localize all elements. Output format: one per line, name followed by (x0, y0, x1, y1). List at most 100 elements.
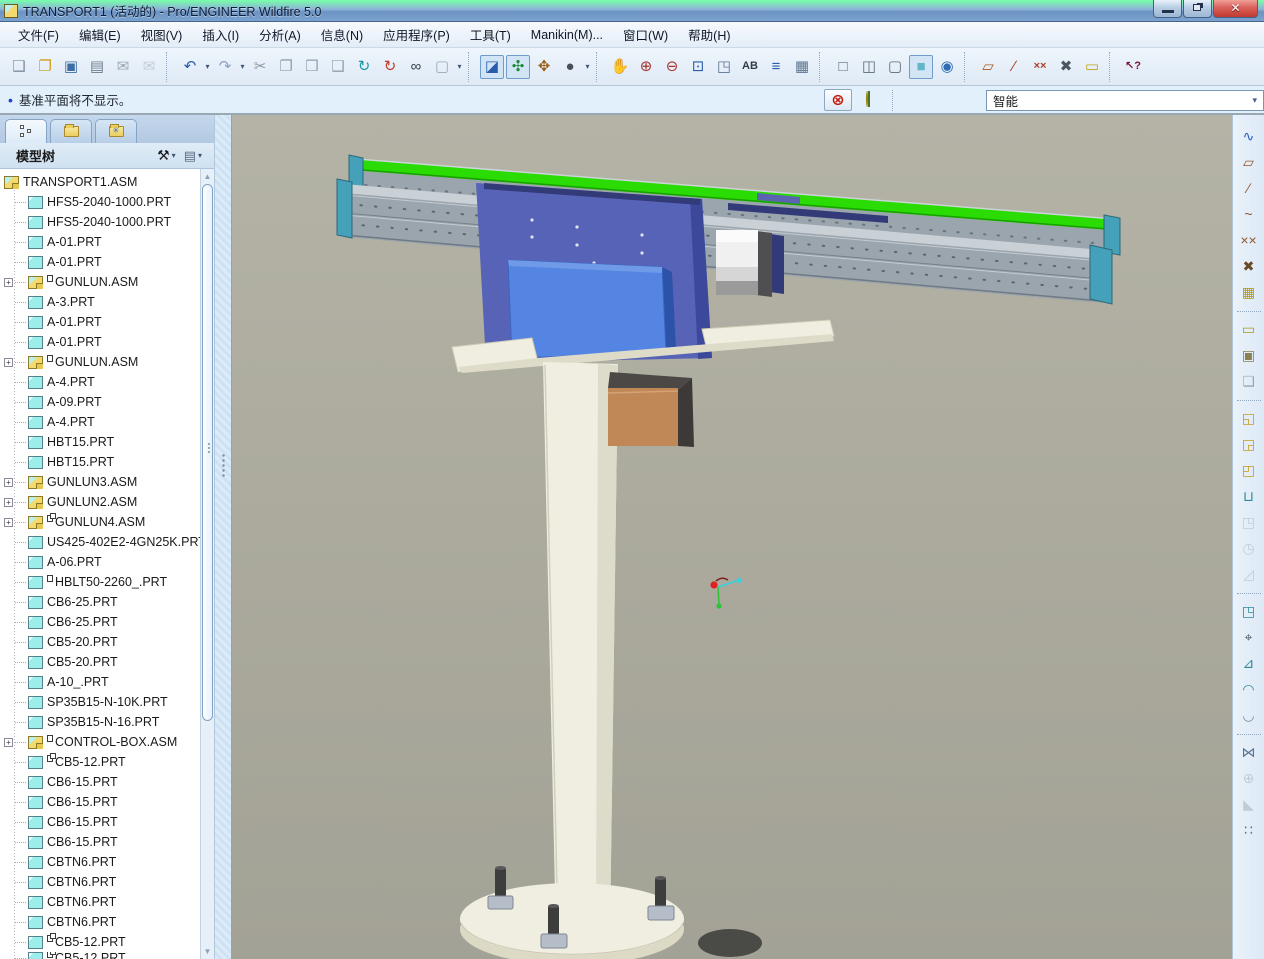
send-mail-icon[interactable]: ✉ (137, 55, 161, 79)
tree-row[interactable]: HFS5-2040-1000.PRT (0, 192, 200, 212)
selection-filter-combo[interactable]: 智能 ▾ (986, 90, 1264, 111)
saved-views-icon[interactable]: AB (738, 55, 762, 79)
expand-button[interactable]: + (4, 518, 13, 527)
print-setup-icon[interactable]: ✉ (111, 55, 135, 79)
save-file-icon[interactable]: ▣ (59, 55, 83, 79)
tree-tools-icon[interactable]: ⚒ (157, 147, 170, 164)
panel-splitter[interactable] (214, 115, 232, 959)
3d-viewport[interactable] (232, 115, 1232, 959)
shaded-icon[interactable]: ■ (909, 55, 933, 79)
tree-row[interactable]: A-01.PRT (0, 252, 200, 272)
extrude-box-icon[interactable]: ◳ (1237, 599, 1261, 623)
tree-row[interactable]: +GUNLUN2.ASM (0, 492, 200, 512)
csys-marker[interactable] (710, 578, 741, 609)
tree-row[interactable]: +GUNLUN.ASM (0, 272, 200, 292)
tree-row[interactable]: CB5-12.PRT (0, 952, 200, 959)
surface-icon[interactable]: ◠ (1237, 677, 1261, 701)
redo-icon[interactable]: ↷ (213, 55, 237, 79)
tree-row[interactable]: A-10_.PRT (0, 672, 200, 692)
tree-row[interactable]: SP35B15-N-16.PRT (0, 712, 200, 732)
expand-button[interactable]: + (4, 358, 13, 367)
expand-button[interactable]: + (4, 498, 13, 507)
tree-row[interactable]: A-3.PRT (0, 292, 200, 312)
enhanced-realism-icon[interactable]: ◉ (935, 55, 959, 79)
bulb-icon[interactable] (866, 92, 877, 108)
feature-note-icon[interactable]: ▣ (1237, 343, 1261, 367)
pedestal-column[interactable] (543, 362, 618, 935)
menu-file[interactable]: 文件(F) (8, 22, 69, 47)
point-field-icon[interactable]: ▦ (1237, 280, 1261, 304)
close-button[interactable]: ✕ (1213, 0, 1258, 18)
tree-row[interactable]: +GUNLUN3.ASM (0, 472, 200, 492)
minimize-button[interactable] (1153, 0, 1182, 18)
restore-button[interactable] (1183, 0, 1212, 18)
menu-info[interactable]: 信息(N) (311, 22, 373, 47)
tree-row[interactable]: SP35B15-N-10K.PRT (0, 692, 200, 712)
datum-axis-icon[interactable]: ∕ (1237, 176, 1261, 200)
menu-window[interactable]: 窗口(W) (613, 22, 678, 47)
tree-row[interactable]: HBLT50-2260_.PRT (0, 572, 200, 592)
anchor-bolt[interactable] (488, 866, 513, 909)
tree-settings-dropdown[interactable]: ▾ (198, 151, 202, 160)
datum-plane-icon[interactable]: ▱ (1237, 150, 1261, 174)
tree-row[interactable]: +GUNLUN4.ASM (0, 512, 200, 532)
datum-curve-icon[interactable]: ~ (1237, 202, 1261, 226)
orient-mode-icon[interactable]: ✥ (532, 55, 556, 79)
menu-analysis[interactable]: 分析(A) (249, 22, 311, 47)
tree-row[interactable]: CB6-25.PRT (0, 592, 200, 612)
plane-display-icon[interactable]: ▱ (976, 55, 1000, 79)
tree-row[interactable]: +CONTROL-BOX.ASM (0, 732, 200, 752)
paste-icon[interactable]: ❒ (300, 55, 324, 79)
stop-button[interactable]: ⊗ (824, 89, 852, 111)
wireframe-icon[interactable]: □ (831, 55, 855, 79)
tree-row[interactable]: CB5-12.PRT (0, 932, 200, 952)
select-box-dropdown[interactable]: ▾ (455, 62, 464, 71)
copy-icon[interactable]: ❐ (274, 55, 298, 79)
tree-row[interactable]: HFS5-2040-1000.PRT (0, 212, 200, 232)
pattern-icon[interactable]: ∷ (1237, 818, 1261, 842)
tree-row[interactable]: CB5-20.PRT (0, 632, 200, 652)
select-box-icon[interactable]: ▢ (430, 55, 454, 79)
style-curve-icon[interactable]: ∿ (1237, 124, 1261, 148)
tree-row[interactable]: A-4.PRT (0, 412, 200, 432)
context-help-icon[interactable]: ↖? (1121, 55, 1145, 79)
tree-row[interactable]: A-4.PRT (0, 372, 200, 392)
point-display-icon[interactable]: ×× (1028, 55, 1052, 79)
ref-note-icon[interactable]: ❏ (1237, 369, 1261, 393)
menu-view[interactable]: 视图(V) (131, 22, 193, 47)
render-style-dropdown[interactable]: ▾ (583, 62, 592, 71)
no-hidden-icon[interactable]: ▢ (883, 55, 907, 79)
assemble-component-icon[interactable]: ◱ (1237, 406, 1261, 430)
tree-tools-dropdown[interactable]: ▾ (172, 151, 176, 160)
tree-row[interactable]: A-06.PRT (0, 552, 200, 572)
expand-button[interactable]: + (4, 738, 13, 747)
tab-favorites[interactable] (95, 119, 137, 143)
tree-row[interactable]: CB6-15.PRT (0, 832, 200, 852)
mirror-icon[interactable]: ⋈ (1237, 740, 1261, 764)
csys-display-icon[interactable]: ✖ (1054, 55, 1078, 79)
undo-icon[interactable]: ↶ (178, 55, 202, 79)
regenerate-icon[interactable]: ↻ (352, 55, 376, 79)
view-manager-icon[interactable]: ▦ (790, 55, 814, 79)
tree-row[interactable]: CB6-25.PRT (0, 612, 200, 632)
tree-row[interactable]: TRANSPORT1.ASM (0, 172, 200, 192)
new-file-icon[interactable]: ❑ (7, 55, 31, 79)
zoom-out-icon[interactable]: ⊖ (660, 55, 684, 79)
tree-row[interactable]: A-01.PRT (0, 312, 200, 332)
render-style-icon[interactable]: ● (558, 55, 582, 79)
scrollbar-thumb[interactable] (202, 184, 213, 721)
hidden-line-icon[interactable]: ◫ (857, 55, 881, 79)
create-component-icon[interactable]: ◲ (1237, 432, 1261, 456)
tree-row[interactable]: A-01.PRT (0, 232, 200, 252)
hole-icon[interactable]: ⌖ (1237, 625, 1261, 649)
datum-csys-icon[interactable]: ✖ (1237, 254, 1261, 278)
motor-box[interactable] (716, 230, 784, 297)
reorient-icon[interactable]: ◳ (712, 55, 736, 79)
cut-icon[interactable]: ✂ (248, 55, 272, 79)
layers-icon[interactable]: ≡ (764, 55, 788, 79)
tree-row[interactable]: +GUNLUN.ASM (0, 352, 200, 372)
tree-row[interactable]: HBT15.PRT (0, 452, 200, 472)
regenerate-manager-icon[interactable]: ↻ (378, 55, 402, 79)
boundary-surface-icon[interactable]: ◡ (1237, 703, 1261, 727)
open-file-icon[interactable]: ❐ (33, 55, 57, 79)
